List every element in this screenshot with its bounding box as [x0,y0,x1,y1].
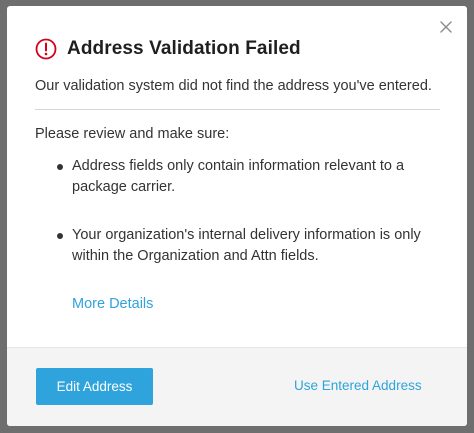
divider [35,109,440,110]
use-entered-address-button[interactable]: Use Entered Address [294,378,422,393]
dialog-title: Address Validation Failed [67,38,301,59]
close-icon[interactable] [437,18,455,36]
dialog-footer: Edit Address Use Entered Address [7,347,467,426]
dialog-header: Address Validation Failed [35,38,301,60]
dialog-subtitle: Our validation system did not find the a… [35,78,432,94]
alert-circle-icon [35,38,57,60]
more-details-link[interactable]: More Details [72,296,153,312]
bullet-icon [57,164,63,170]
bullet-icon [57,233,63,239]
address-validation-dialog: Address Validation Failed Our validation… [7,6,467,426]
list-item-text: Your organization's internal delivery in… [72,227,421,264]
list-item-text: Address fields only contain information … [72,158,405,195]
list-item: Your organization's internal delivery in… [57,225,437,267]
edit-address-button[interactable]: Edit Address [36,368,153,405]
review-heading: Please review and make sure: [35,126,230,142]
review-list: Address fields only contain information … [57,156,437,267]
list-item: Address fields only contain information … [57,156,437,198]
